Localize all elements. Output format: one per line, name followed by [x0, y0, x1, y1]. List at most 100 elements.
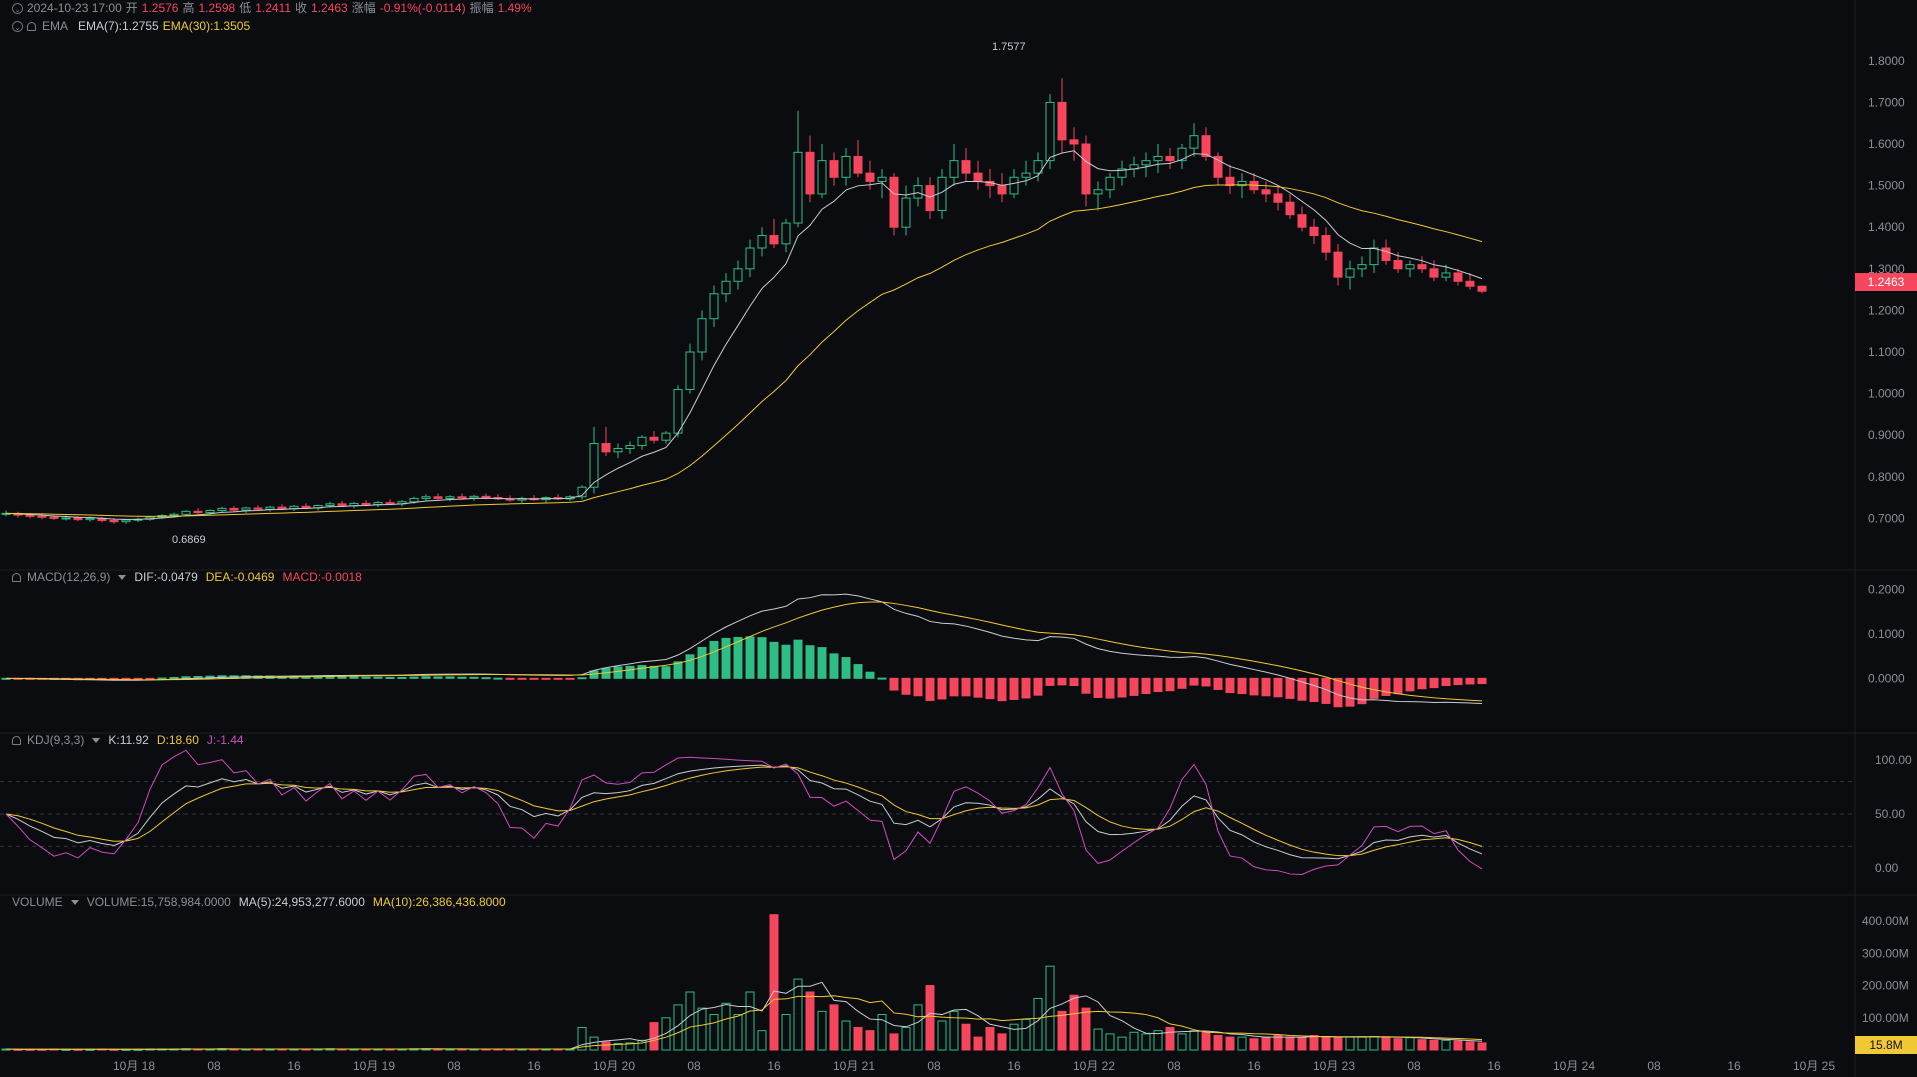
volume-bar — [781, 1014, 791, 1051]
macd-bar — [889, 677, 899, 691]
chevron-down-icon[interactable] — [92, 737, 101, 743]
macd-bar — [1273, 677, 1283, 698]
volume-bar — [1117, 1036, 1127, 1051]
candle-down — [865, 172, 875, 182]
macd-bar — [793, 639, 803, 679]
volume-bar — [925, 985, 935, 1051]
candlesticks — [1, 78, 1487, 524]
time-tick-label: 10月 19 — [353, 1059, 395, 1073]
macd-bar — [541, 677, 551, 680]
macd-bar — [1165, 677, 1175, 692]
price-tick-label: 0.7000 — [1868, 511, 1905, 525]
candle-up — [709, 293, 719, 320]
volume-bar — [1321, 1035, 1331, 1051]
macd-bar — [1153, 677, 1163, 693]
candle-down — [1453, 272, 1463, 282]
volume-bar — [1429, 1039, 1439, 1051]
volume-bar — [1453, 1040, 1463, 1051]
ema7-value: EMA(7):1.2755 — [78, 19, 159, 33]
macd-value: MACD:-0.0018 — [282, 570, 362, 584]
volume-bar — [865, 1030, 875, 1051]
volume-bar — [1297, 1037, 1307, 1051]
candle-down — [853, 155, 863, 174]
time-tick-label: 08 — [1407, 1059, 1421, 1073]
price-tick-label: 0.8000 — [1868, 470, 1905, 484]
macd-bar — [1393, 677, 1403, 695]
macd-bar — [997, 677, 1007, 702]
macd-bar — [1369, 677, 1379, 699]
chevron-down-icon[interactable] — [70, 899, 79, 905]
chevron-down-icon[interactable] — [118, 574, 127, 580]
candle-up — [1153, 155, 1163, 162]
candle-down — [37, 515, 47, 518]
volume-bar — [1069, 994, 1079, 1051]
volume-bar — [1249, 1038, 1259, 1051]
volume-bar — [1009, 1023, 1019, 1051]
volume-bar — [1273, 1035, 1283, 1051]
time-tick-label: 08 — [1647, 1059, 1661, 1073]
close-value: 1.2463 — [311, 1, 348, 15]
candle-down — [25, 514, 35, 517]
macd-bar — [565, 677, 575, 680]
candle-up — [1093, 189, 1103, 195]
time-tick-label: 16 — [1727, 1059, 1741, 1073]
macd-bar — [877, 677, 887, 680]
macd-bar — [421, 676, 431, 679]
vol-ma10-line — [5, 995, 1483, 1050]
candle-up — [1189, 135, 1199, 149]
volume-bar — [1141, 1033, 1151, 1051]
macd-bar — [445, 676, 455, 679]
macd-bar — [457, 676, 467, 679]
time-tick-label: 16 — [1007, 1059, 1021, 1073]
macd-bar — [1453, 677, 1463, 686]
bell-icon[interactable] — [12, 572, 21, 582]
volume-bar — [1369, 1035, 1379, 1051]
candle-up — [913, 185, 923, 199]
candle-down — [1069, 139, 1079, 145]
volume-bar — [745, 991, 755, 1051]
macd-bar — [673, 661, 683, 679]
macd-bar — [661, 666, 671, 679]
macd-bar — [1129, 677, 1139, 696]
candle-down — [805, 151, 815, 195]
time-tick-label: 10月 20 — [593, 1059, 635, 1073]
macd-tick-label: 0.2000 — [1868, 582, 1905, 596]
volume-bar — [1333, 1036, 1343, 1051]
candle-down — [109, 519, 119, 523]
volume-bars — [1, 914, 1487, 1051]
kdj-name[interactable]: KDJ(9,3,3) — [27, 733, 84, 747]
candle-up — [937, 176, 947, 212]
ma10-value: MA(10):26,386,436.8000 — [372, 895, 506, 909]
macd-histogram — [1, 593, 1487, 708]
macd-bar — [1345, 677, 1355, 707]
dif-value: DIF:-0.0479 — [134, 570, 198, 584]
volume-bar — [1165, 1026, 1175, 1051]
kdj-tick-label: 0.00 — [1875, 861, 1899, 875]
volume-bar — [1261, 1036, 1271, 1051]
collapse-icon[interactable]: ⌄ — [12, 20, 23, 32]
volume-bar — [1465, 1041, 1475, 1051]
min-price-label: 0.6869 — [172, 534, 206, 546]
amplitude-value: 1.49% — [497, 1, 532, 15]
candle-up — [1009, 176, 1019, 195]
current-price-tag: 1.2463 — [1855, 273, 1917, 291]
volume-name[interactable]: VOLUME — [12, 895, 63, 909]
trading-chart[interactable]: 1.80001.70001.60001.50001.40001.30001.20… — [0, 0, 1917, 1077]
volume-bar — [913, 1004, 923, 1051]
volume-bar — [1225, 1036, 1235, 1051]
candle-down — [997, 185, 1007, 195]
collapse-icon[interactable]: ⌄ — [12, 2, 23, 14]
macd-name[interactable]: MACD(12,26,9) — [27, 570, 110, 584]
candle-up — [745, 247, 755, 270]
bell-icon[interactable] — [27, 21, 36, 31]
candle-down — [73, 517, 83, 521]
bell-icon[interactable] — [12, 735, 21, 745]
macd-bar — [685, 654, 695, 679]
macd-bar — [925, 677, 935, 701]
d-value: D:18.60 — [156, 733, 199, 747]
macd-bar — [949, 677, 959, 697]
ema-name[interactable]: EMA — [42, 19, 68, 33]
candle-up — [85, 517, 95, 521]
macd-bar — [517, 677, 527, 680]
price-tick-label: 1.0000 — [1868, 387, 1905, 401]
